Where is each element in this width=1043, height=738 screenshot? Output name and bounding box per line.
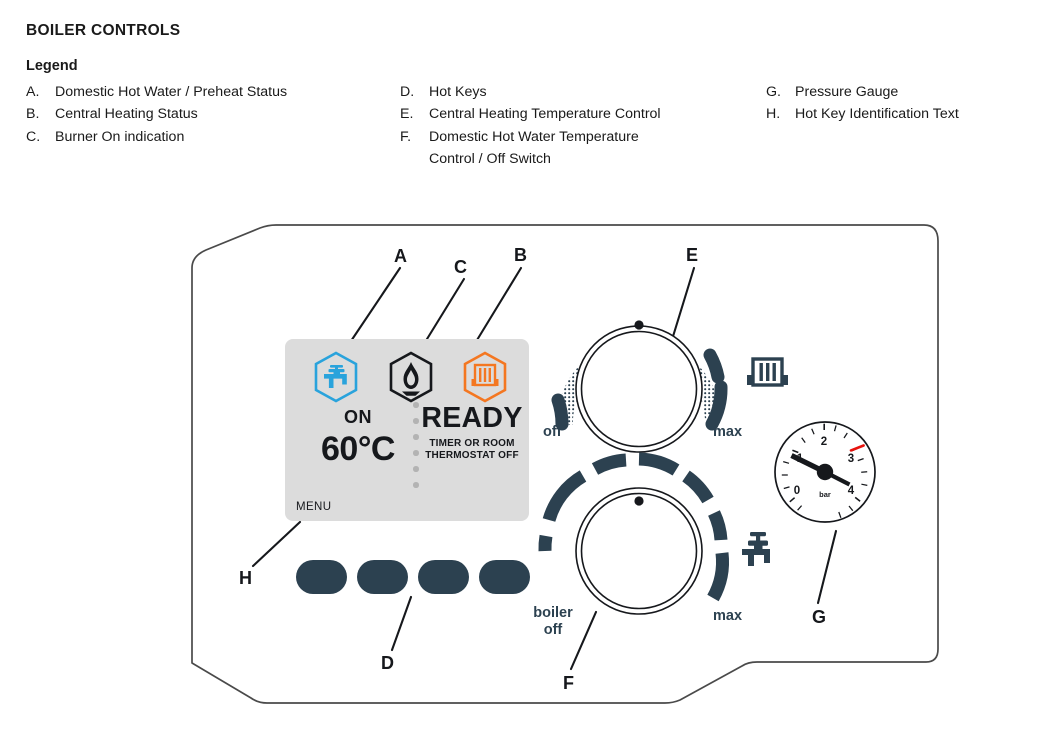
dhw-temperature-value: 60°C	[321, 430, 395, 468]
svg-text:4: 4	[848, 485, 855, 497]
menu-hotkey-label: MENU	[296, 501, 332, 513]
ch-status-text: READY	[421, 402, 523, 434]
dhw-knob-inner-ring	[580, 492, 698, 610]
hot-key-button-4[interactable]	[479, 560, 530, 594]
callout-label-h: H	[239, 568, 252, 588]
ch-knob-off-label: off	[543, 424, 562, 440]
dhw-knob-body	[575, 487, 703, 615]
dhw-readout-group: ON 60°C	[297, 407, 419, 469]
callout-label-c: C	[454, 257, 467, 277]
dhw-status-icon	[314, 351, 358, 403]
callout-label-b: B	[514, 245, 527, 265]
lcd-status-icons	[285, 351, 529, 403]
dhw-knob-off-label: boiler off	[527, 605, 579, 639]
callout-label-a: A	[394, 246, 407, 266]
ch-status-icon	[463, 351, 507, 403]
divider-dot	[413, 418, 419, 424]
ch-knob-pointer-dot	[634, 320, 644, 330]
hot-key-button-3[interactable]	[418, 560, 469, 594]
lcd-display: ON 60°C READY TIMER OR ROOM THERMOSTAT O…	[285, 339, 529, 521]
ch-knob-max-label: max	[713, 424, 743, 440]
callout-label-f: F	[563, 673, 574, 693]
ch-knob-off-tick	[551, 393, 569, 431]
ch-substatus-line-1: TIMER OR ROOM	[429, 438, 515, 449]
dhw-knob-off-label-line-2: off	[543, 622, 563, 638]
callout-label-e: E	[686, 245, 699, 265]
divider-dot	[413, 466, 419, 472]
dhw-knob-arc-seg-1	[538, 534, 553, 552]
callout-label-d: D	[381, 653, 394, 673]
dhw-status-text: ON	[344, 407, 372, 427]
burner-status-icon	[389, 351, 433, 403]
gauge-unit-label: bar	[819, 490, 831, 499]
ch-knob-inner-ring	[580, 330, 698, 448]
ch-readout-group: READY TIMER OR ROOM THERMOSTAT OFF	[419, 403, 525, 463]
dhw-knob-arc-seg-6	[708, 510, 728, 541]
divider-dot	[413, 482, 419, 488]
callout-label-g: G	[812, 607, 827, 627]
gauge-needle-hub	[816, 463, 834, 481]
svg-text:2: 2	[821, 436, 827, 448]
svg-text:0: 0	[794, 485, 800, 497]
divider-dot	[413, 434, 419, 440]
ch-knob-max-arc-upper	[703, 348, 725, 384]
dhw-knob-pointer-dot	[634, 496, 644, 506]
svg-text:3: 3	[848, 453, 854, 465]
ch-substatus-text: TIMER OR ROOM THERMOSTAT OFF	[419, 438, 525, 463]
dhw-knob-max-label: max	[713, 608, 743, 624]
pressure-gauge: 0 1 2 3 4 bar	[774, 421, 876, 523]
divider-dot	[413, 450, 419, 456]
hot-keys-row	[296, 560, 530, 594]
dhw-knob-off-label-line-1: boiler	[533, 605, 573, 621]
ch-substatus-line-2: THERMOSTAT OFF	[425, 450, 519, 462]
hot-key-button-2[interactable]	[357, 560, 408, 594]
hot-key-button-1[interactable]	[296, 560, 347, 594]
divider-dot	[413, 402, 419, 408]
boiler-controls-figure: BOILER CONTROLS Legend A. Domestic Hot W…	[0, 0, 1043, 738]
